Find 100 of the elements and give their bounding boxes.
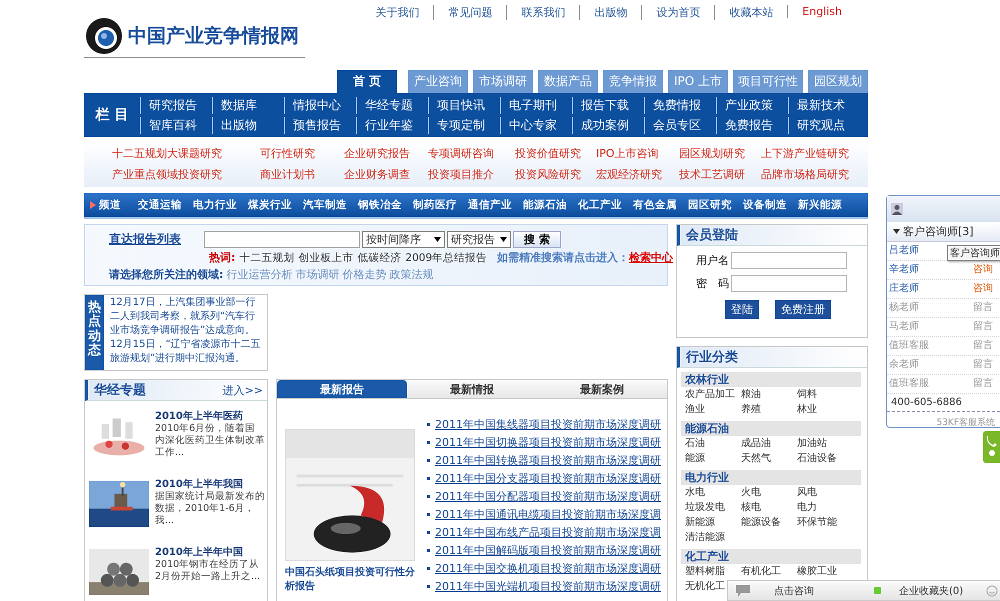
category-link[interactable]: 新能源 (685, 515, 715, 530)
research-link[interactable]: 企业研究报告 (344, 146, 428, 161)
top-link[interactable]: 联系我们 (506, 5, 566, 20)
column-nav-link[interactable]: 预售报告 (284, 116, 356, 134)
column-nav-link[interactable]: 免费情报 (644, 96, 716, 114)
channel-link[interactable]: 设备制造 (743, 198, 787, 212)
hot-word-link[interactable]: 十二五规划 (239, 250, 294, 264)
feature-caption-link[interactable]: 中国石头纸项目投资可行性分析报告 (285, 565, 415, 593)
column-nav-link[interactable]: 报告下载 (572, 96, 644, 114)
channel-link[interactable]: 有色金属 (633, 198, 677, 212)
category-link[interactable]: 加油站 (797, 436, 827, 451)
top-link[interactable]: 关于我们 (375, 5, 420, 20)
topic-title[interactable]: 2010年上半年医药 (155, 409, 265, 423)
top-link[interactable]: English (787, 5, 842, 18)
research-link[interactable]: 投资风险研究 (515, 167, 596, 182)
category-link[interactable]: 火电 (741, 485, 761, 500)
agent-name[interactable]: 辛老师 (889, 261, 919, 279)
category-header[interactable]: 化工产业 (681, 549, 861, 564)
category-link[interactable]: 渔业 (685, 402, 705, 417)
favorites-link[interactable]: 企业收藏夹(0) (899, 584, 969, 598)
top-link[interactable]: 设为首页 (641, 5, 700, 20)
agent-name[interactable]: 吕老师 (889, 242, 919, 260)
hot-word-link[interactable]: 2009年总结报告 (405, 250, 488, 264)
channel-link[interactable]: 园区研究 (688, 198, 732, 212)
category-link[interactable]: 粮油 (741, 387, 761, 402)
channel-link[interactable]: 电力行业 (193, 198, 237, 212)
top-link[interactable]: 常见问题 (433, 5, 492, 20)
category-link[interactable]: 饲料 (797, 387, 817, 402)
hot-word-link[interactable]: 创业板上市 (298, 250, 354, 264)
research-link[interactable]: 宏观经济研究 (596, 167, 679, 182)
research-link[interactable]: 商业计划书 (260, 167, 344, 182)
agent-action-link[interactable]: 咨询 (973, 261, 993, 279)
category-link[interactable]: 石油 (685, 436, 705, 451)
top-link[interactable]: 出版物 (579, 5, 628, 20)
column-nav-link[interactable]: 专项定制 (428, 116, 500, 134)
column-nav-link[interactable]: 研究观点 (788, 116, 860, 134)
report-list-link[interactable]: 直达报告列表 (109, 230, 201, 248)
channel-link[interactable]: 制药医疗 (413, 198, 457, 212)
column-nav-link[interactable]: 成功案例 (572, 116, 644, 134)
column-nav-link[interactable]: 行业年鉴 (356, 116, 428, 134)
agent-name[interactable]: 庄老师 (889, 280, 919, 298)
column-nav-link[interactable]: 智库百科 (140, 116, 212, 134)
category-link[interactable]: 橡胶工业 (797, 564, 837, 579)
column-nav-link[interactable]: 中心专家 (500, 116, 572, 134)
category-link[interactable]: 无机化工 (685, 579, 725, 594)
column-nav-link[interactable]: 会员专区 (644, 116, 716, 134)
channel-link[interactable]: 通信产业 (468, 198, 512, 212)
report-tab[interactable]: 最新情报 (407, 380, 537, 399)
username-field[interactable] (731, 252, 847, 269)
column-nav-link[interactable]: 最新技术 (788, 96, 860, 114)
sort-dropdown[interactable]: 按时间降序 (362, 230, 445, 248)
category-link[interactable]: 清洁能源 (685, 530, 725, 545)
report-link[interactable]: 2011年中国解码版项目投资前期市场深度调研 (435, 542, 661, 558)
category-header[interactable]: 电力行业 (681, 470, 861, 485)
column-nav-link[interactable]: 电子期刊 (500, 96, 572, 114)
category-link[interactable]: 有机化工 (741, 564, 781, 579)
category-header[interactable]: 农林行业 (681, 372, 861, 387)
column-nav-link[interactable]: 免费报告 (716, 116, 788, 134)
category-link[interactable]: 能源设备 (741, 515, 781, 530)
password-field[interactable] (731, 275, 847, 292)
category-link[interactable]: 成品油 (741, 436, 771, 451)
research-link[interactable]: IPO上市咨询 (596, 146, 679, 161)
category-header[interactable]: 能源石油 (681, 421, 861, 436)
type-dropdown[interactable]: 研究报告 (447, 230, 511, 248)
register-button[interactable]: 免费注册 (775, 300, 831, 319)
report-link[interactable]: 2011年中国切换器项目投资前期市场深度调研 (435, 434, 661, 450)
search-center-link[interactable]: 检索中心 (629, 250, 674, 265)
channel-link[interactable]: 煤炭行业 (248, 198, 292, 212)
column-nav-link[interactable]: 研究报告 (140, 96, 212, 114)
site-logo[interactable]: 中国产业竞争情报网 (84, 15, 305, 58)
topic-title[interactable]: 2010年上半年中国 (155, 545, 265, 559)
category-link[interactable]: 水电 (685, 485, 705, 500)
report-link[interactable]: 2011年中国集线器项目投资前期市场深度调研 (435, 416, 661, 432)
phone-button[interactable] (983, 431, 1000, 463)
column-nav-link[interactable]: 项目快讯 (428, 96, 500, 114)
search-field[interactable] (204, 230, 360, 248)
news-link[interactable]: 12月15日，“辽宁省凌源市十二五旅游规划”进行期中汇报沟通。 (110, 338, 264, 366)
channel-link[interactable]: 能源石油 (523, 198, 567, 212)
channel-link[interactable]: 钢铁冶金 (358, 198, 402, 212)
research-link[interactable]: 品牌市场格局研究 (761, 167, 868, 182)
login-button[interactable]: 登陆 (725, 300, 759, 319)
report-link[interactable]: 2011年中国分配器项目投资前期市场深度调研 (435, 488, 661, 504)
category-link[interactable]: 塑料树脂 (685, 564, 725, 579)
category-link[interactable]: 农产品加工 (685, 387, 735, 402)
column-nav-link[interactable]: 出版物 (212, 116, 284, 134)
research-link[interactable]: 专项调研咨询 (428, 146, 515, 161)
research-link[interactable]: 十二五规划大课题研究 (112, 146, 260, 161)
consult-link[interactable]: 点击咨询 (774, 584, 874, 598)
research-link[interactable]: 企业财务调查 (344, 167, 428, 182)
category-link[interactable]: 风电 (797, 485, 817, 500)
report-tab[interactable]: 最新报告 (277, 380, 407, 399)
category-link[interactable]: 能源 (685, 451, 705, 466)
more-link[interactable]: 进入>> (222, 382, 263, 398)
channel-link[interactable]: 汽车制造 (303, 198, 347, 212)
report-link[interactable]: 2011年中国分支器项目投资前期市场深度调研 (435, 470, 661, 486)
column-nav-link[interactable]: 产业政策 (716, 96, 788, 114)
research-link[interactable]: 投资价值研究 (515, 146, 596, 161)
research-link[interactable]: 投资项目推介 (428, 167, 515, 182)
channel-link[interactable]: 交通运输 (138, 198, 182, 212)
hot-word-link[interactable]: 低碳经济 (357, 250, 402, 264)
